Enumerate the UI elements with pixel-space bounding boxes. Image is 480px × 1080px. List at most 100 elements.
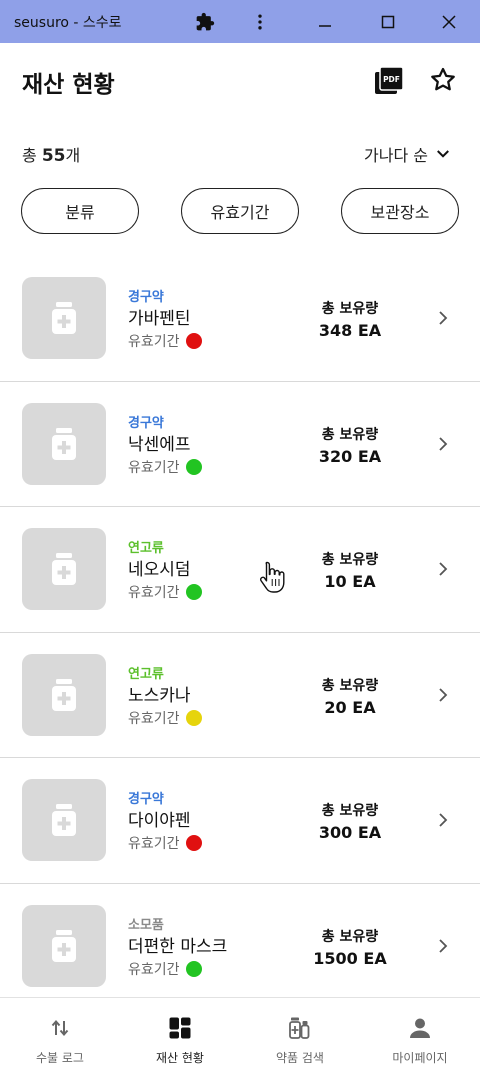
nav-label: 마이페이지 bbox=[392, 1051, 448, 1065]
window-title: seusuro - 스수로 bbox=[14, 15, 122, 31]
nav-item-transaction-log[interactable]: 수불 로그 bbox=[0, 998, 120, 1080]
item-category: 소모품 bbox=[128, 917, 164, 933]
more-vertical-icon[interactable] bbox=[238, 0, 282, 43]
close-icon[interactable] bbox=[427, 0, 471, 43]
status-dot bbox=[185, 333, 202, 349]
swap-vertical-icon bbox=[51, 1019, 69, 1037]
quantity-label: 총 보유량 bbox=[321, 552, 379, 568]
list-item[interactable]: 연고류 노스카나 유효기간 총 보유량 20 EA bbox=[0, 633, 480, 758]
item-category: 경구약 bbox=[128, 792, 164, 807]
expiry-label: 유효기간 bbox=[128, 836, 180, 852]
filter-category-button[interactable]: 분류 bbox=[21, 188, 139, 234]
chevron-right-icon[interactable] bbox=[434, 560, 452, 578]
quantity-value: 20 EA bbox=[324, 697, 376, 717]
medicine-icon bbox=[289, 1017, 310, 1039]
expiry-label: 유효기간 bbox=[128, 334, 180, 350]
list-item[interactable]: 경구약 낙센에프 유효기간 총 보유량 320 EA bbox=[0, 382, 480, 507]
minimize-icon[interactable] bbox=[303, 0, 347, 43]
chevron-down-icon bbox=[437, 150, 449, 158]
medicine-jar-icon bbox=[22, 528, 106, 610]
expiry-label: 유효기간 bbox=[128, 710, 180, 727]
pdf-icon[interactable]: PDF bbox=[373, 65, 405, 97]
medicine-jar-icon bbox=[22, 779, 106, 861]
summary-row: 총 55개 가나다 순 bbox=[0, 138, 480, 168]
sort-label: 가나다 순 bbox=[364, 146, 428, 165]
chevron-right-icon[interactable] bbox=[434, 686, 452, 704]
expiry-label: 유효기간 bbox=[128, 585, 180, 601]
filter-label: 유효기간 bbox=[210, 203, 270, 222]
item-name: 더편한 마스크 bbox=[128, 936, 228, 957]
status-dot bbox=[185, 458, 202, 475]
quantity-label: 총 보유량 bbox=[321, 803, 379, 819]
quantity-label: 총 보유량 bbox=[321, 426, 379, 443]
item-category: 연고류 bbox=[128, 666, 164, 682]
count-value: 55 bbox=[41, 146, 66, 166]
quantity: 총 보유량 320 EA bbox=[290, 424, 410, 466]
filter-bar: 분류 유효기간 보관장소 bbox=[0, 188, 480, 236]
bottom-navigation: 수불 로그 재산 현황 약품 검색 마이페이지 bbox=[0, 997, 480, 1080]
filter-expiry-button[interactable]: 유효기간 bbox=[181, 188, 299, 234]
status-dot bbox=[185, 584, 202, 600]
item-category: 경구약 bbox=[128, 290, 164, 305]
window-titlebar: seusuro - 스수로 bbox=[0, 0, 480, 43]
expiry-label: 유효기간 bbox=[128, 961, 180, 978]
quantity: 총 보유량 348 EA bbox=[290, 298, 410, 340]
nav-label: 재산 현황 bbox=[156, 1051, 204, 1065]
svg-text:PDF: PDF bbox=[383, 75, 400, 84]
quantity-value: 10 EA bbox=[324, 572, 376, 591]
sort-dropdown[interactable]: 가나다 순 bbox=[364, 142, 452, 166]
item-name: 낙센에프 bbox=[128, 434, 191, 455]
list-item[interactable]: 경구약 다이야펜 유효기간 총 보유량 300 EA bbox=[0, 758, 480, 884]
star-icon[interactable] bbox=[428, 65, 458, 95]
expiry-status: 유효기간 bbox=[128, 331, 202, 351]
expiry-status: 유효기간 bbox=[128, 582, 202, 602]
quantity-label: 총 보유량 bbox=[321, 301, 379, 317]
nav-item-medicine-search[interactable]: 약품 검색 bbox=[240, 998, 360, 1080]
nav-item-asset-status[interactable]: 재산 현황 bbox=[120, 998, 240, 1080]
quantity: 총 보유량 20 EA bbox=[290, 675, 410, 717]
maximize-icon[interactable] bbox=[366, 0, 410, 43]
filter-label: 보관장소 bbox=[370, 203, 430, 222]
item-name: 노스카나 bbox=[128, 685, 191, 706]
quantity: 총 보유량 10 EA bbox=[290, 549, 410, 591]
expiry-label: 유효기간 bbox=[128, 459, 180, 476]
nav-label: 수불 로그 bbox=[36, 1051, 84, 1065]
quantity-value: 1500 EA bbox=[313, 948, 387, 968]
list-item[interactable]: 경구약 가바펜틴 유효기간 총 보유량 348 EA bbox=[0, 256, 480, 382]
quantity-label: 총 보유량 bbox=[321, 928, 379, 945]
nav-label: 약품 검색 bbox=[276, 1051, 324, 1065]
puzzle-icon[interactable] bbox=[183, 0, 227, 43]
list-item[interactable]: 소모품 더편한 마스크 유효기간 총 보유량 1500 EA bbox=[0, 884, 480, 1009]
item-category: 경구약 bbox=[128, 415, 164, 431]
page-title: 재산 현황 bbox=[22, 72, 115, 98]
quantity: 총 보유량 300 EA bbox=[290, 800, 410, 842]
hand-cursor-icon bbox=[260, 561, 285, 593]
filter-location-button[interactable]: 보관장소 bbox=[341, 188, 459, 234]
count-suffix: 개 bbox=[65, 146, 81, 165]
inventory-list: 경구약 가바펜틴 유효기간 총 보유량 348 EA 경구약 낙센에프 유효기간 … bbox=[0, 256, 480, 1009]
medicine-jar-icon bbox=[22, 653, 106, 736]
item-category: 연고류 bbox=[128, 541, 164, 556]
chevron-right-icon[interactable] bbox=[434, 937, 452, 955]
nav-item-my-page[interactable]: 마이페이지 bbox=[360, 998, 480, 1080]
chevron-right-icon[interactable] bbox=[434, 309, 452, 327]
quantity-label: 총 보유량 bbox=[321, 677, 379, 694]
quantity-value: 320 EA bbox=[318, 446, 382, 466]
status-dot bbox=[185, 960, 202, 977]
dashboard-icon bbox=[169, 1017, 191, 1039]
expiry-status: 유효기간 bbox=[128, 959, 202, 979]
person-icon bbox=[410, 1018, 430, 1038]
item-count: 총 55개 bbox=[22, 142, 80, 166]
page-header: 재산 현황 PDF bbox=[0, 43, 480, 118]
expiry-status: 유효기간 bbox=[128, 457, 202, 477]
expiry-status: 유효기간 bbox=[128, 833, 202, 853]
medicine-jar-icon bbox=[22, 277, 106, 359]
chevron-right-icon[interactable] bbox=[434, 811, 452, 829]
quantity-value: 348 EA bbox=[318, 321, 382, 340]
quantity-value: 300 EA bbox=[318, 823, 382, 842]
item-name: 다이야펜 bbox=[128, 811, 191, 831]
medicine-jar-icon bbox=[22, 904, 106, 987]
chevron-right-icon[interactable] bbox=[434, 435, 452, 453]
item-name: 가바펜틴 bbox=[128, 309, 191, 329]
list-item[interactable]: 연고류 네오시덤 유효기간 총 보유량 10 EA bbox=[0, 507, 480, 633]
